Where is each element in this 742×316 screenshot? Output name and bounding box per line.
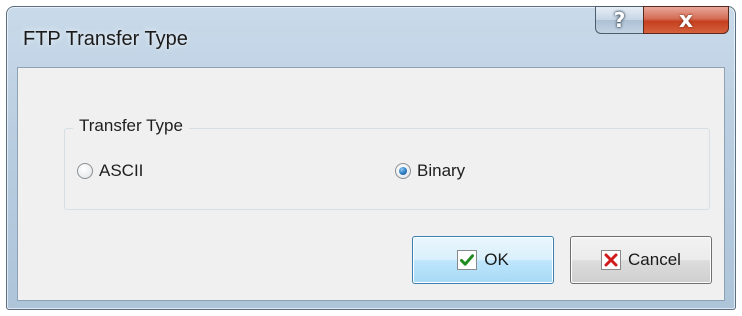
cancel-button-label: Cancel <box>628 250 681 269</box>
cancel-button[interactable]: Cancel <box>570 236 712 284</box>
close-icon: x <box>678 7 694 33</box>
dialog-window: FTP Transfer Type ? x Transfer Type ASCI… <box>6 6 736 310</box>
caption-buttons: ? x <box>595 6 729 34</box>
close-button[interactable]: x <box>643 6 729 34</box>
radio-selected-dot <box>399 167 407 175</box>
x-icon <box>601 250 622 270</box>
ok-button-label: OK <box>484 250 509 269</box>
window-title: FTP Transfer Type <box>23 28 188 50</box>
radio-ascii-label[interactable]: ASCII <box>99 161 143 181</box>
radio-ascii[interactable]: ASCII <box>77 161 143 181</box>
radio-binary-indicator[interactable] <box>395 163 411 179</box>
title-bar[interactable]: FTP Transfer Type ? x <box>7 6 735 65</box>
radio-binary[interactable]: Binary <box>395 161 465 181</box>
check-icon <box>457 250 478 270</box>
ok-button[interactable]: OK <box>412 236 554 284</box>
radio-ascii-indicator[interactable] <box>77 163 93 179</box>
transfer-type-group: Transfer Type ASCII Binary <box>64 116 710 210</box>
help-button[interactable]: ? <box>595 6 643 34</box>
radio-binary-label[interactable]: Binary <box>417 161 465 181</box>
dialog-client-area: Transfer Type ASCII Binary OK Cancel <box>17 67 725 301</box>
group-label: Transfer Type <box>73 116 189 136</box>
help-icon: ? <box>613 8 626 32</box>
